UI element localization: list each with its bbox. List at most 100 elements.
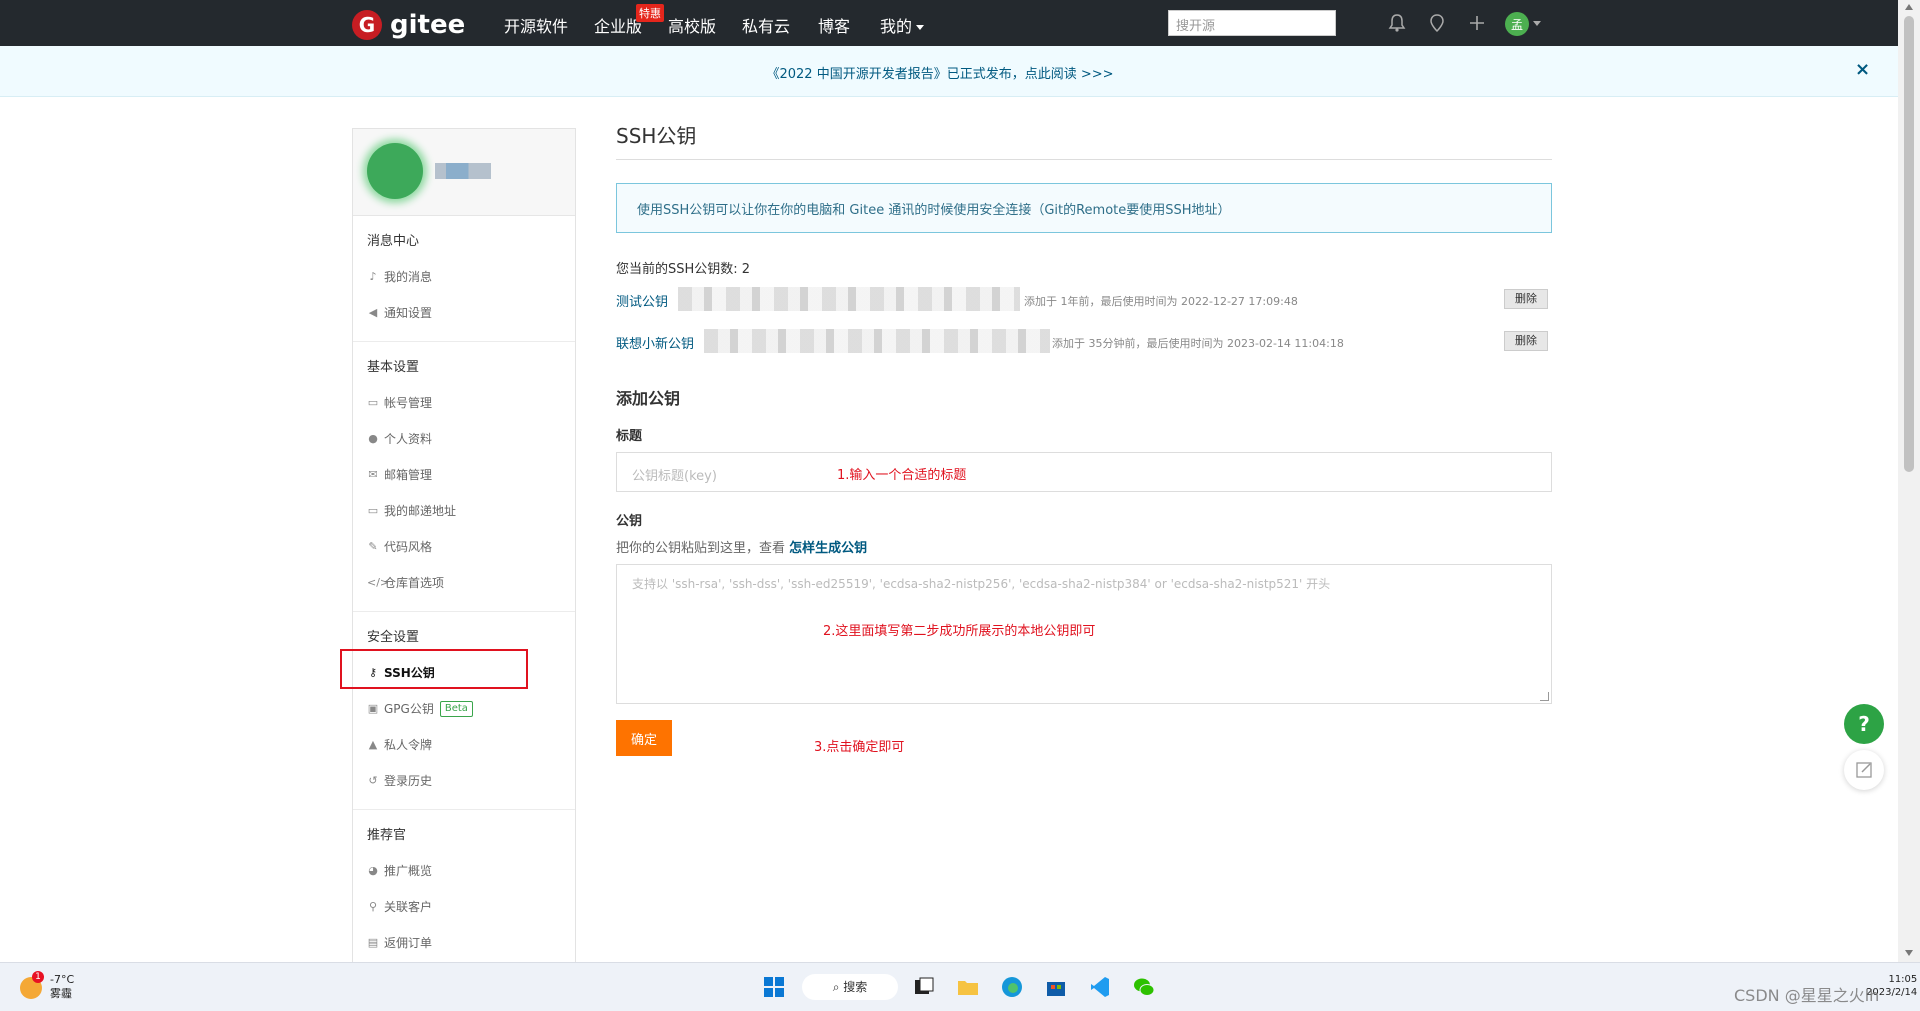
- wechat-icon[interactable]: [1132, 975, 1156, 999]
- sidebar-item-my-messages[interactable]: ♪ 我的消息: [353, 259, 575, 295]
- public-key-help: 把你的公钥粘贴到这里，查看 怎样生成公钥: [616, 537, 1552, 556]
- enterprise-promo-badge: 特惠: [636, 4, 664, 22]
- address-card-icon: ▭: [367, 504, 379, 517]
- task-view-icon[interactable]: [912, 975, 936, 999]
- public-key-label: 公钥: [616, 514, 643, 529]
- taskbar-search-label: 搜索: [843, 980, 868, 994]
- sidebar-item-emails[interactable]: ✉ 邮箱管理: [353, 457, 575, 493]
- chart-icon: ◕: [368, 864, 378, 877]
- public-key-textarea[interactable]: 支持以 'ssh-rsa', 'ssh-dss', 'ssh-ed25519',…: [616, 564, 1552, 704]
- avatar-chevron-down-icon[interactable]: [1533, 21, 1541, 26]
- sidebar-item-label: 我的消息: [384, 270, 433, 284]
- ssh-key-row: 测试公钥 添加于 1年前，最后使用时间为 2022-12-27 17:09:48…: [616, 281, 1552, 319]
- help-button[interactable]: ?: [1844, 704, 1884, 744]
- search-input[interactable]: 搜开源: [1168, 10, 1336, 36]
- ssh-key-name[interactable]: 联想小新公钥: [616, 333, 694, 352]
- sidebar-item-label: 代码风格: [384, 540, 433, 554]
- os-taskbar: 1 -7°C 雾霾 ⌕ 搜索 11:05 2023/2/14: [0, 962, 1920, 1011]
- weather-condition: 雾霾: [50, 987, 72, 1000]
- profile-card: [353, 129, 575, 216]
- nav-blog[interactable]: 博客: [818, 13, 850, 37]
- delete-key-button[interactable]: 删除: [1504, 331, 1548, 351]
- sidebar-item-label: 我的邮递地址: [384, 504, 457, 518]
- vscode-icon[interactable]: [1088, 975, 1112, 999]
- how-to-generate-link[interactable]: 怎样生成公钥: [789, 541, 867, 556]
- sidebar-section-basic: 基本设置 ▭ 帐号管理 ● 个人资料 ✉ 邮箱管理 ▭ 我的邮递地址 ✎ 代码风格 </>…: [353, 342, 575, 612]
- code-icon: </>: [367, 576, 390, 589]
- delete-key-button[interactable]: 删除: [1504, 289, 1548, 309]
- csdn-watermark: CSDN @星星之火lh: [1734, 986, 1880, 1005]
- scroll-down-icon[interactable]: [1905, 950, 1913, 956]
- ssh-info-box: 使用SSH公钥可以让你在你的电脑和 Gitee 通讯的时候使用安全连接（Git的…: [616, 183, 1552, 233]
- sidebar-item-label: 个人资料: [384, 432, 433, 446]
- sidebar-section-referral: 推荐官 ◕ 推广概览 ⚲ 关联客户 ▤ 返佣订单: [353, 810, 575, 962]
- nav-mine-dropdown[interactable]: 我的: [880, 13, 925, 37]
- sidebar-item-code-style[interactable]: ✎ 代码风格: [353, 529, 575, 565]
- sidebar-item-private-tokens[interactable]: ▲ 私人令牌: [353, 727, 575, 763]
- sidebar-item-postal-address[interactable]: ▭ 我的邮递地址: [353, 493, 575, 529]
- nav-mine-label: 我的: [880, 17, 913, 36]
- edge-browser-icon[interactable]: [1000, 975, 1024, 999]
- top-navbar: G gitee 开源软件 企业版 特惠 高校版 私有云 博客 我的 搜开源 孟: [0, 0, 1898, 46]
- sidebar-item-commission-orders[interactable]: ▤ 返佣订单: [353, 925, 575, 961]
- scroll-up-icon[interactable]: [1905, 4, 1913, 10]
- sidebar-item-label: 返佣订单: [384, 936, 433, 950]
- nav-education[interactable]: 高校版: [668, 13, 716, 37]
- sidebar-item-label: 推广概览: [384, 864, 433, 878]
- plus-icon[interactable]: [1466, 12, 1488, 34]
- token-icon: ▲: [368, 738, 378, 751]
- key-title-placeholder: 公钥标题(key): [632, 469, 717, 484]
- sidebar-item-linked-customers[interactable]: ⚲ 关联客户: [353, 889, 575, 925]
- key-title-input[interactable]: 公钥标题(key) 1.输入一个合适的标题: [616, 452, 1552, 492]
- profile-avatar[interactable]: [367, 143, 423, 199]
- speaker-icon: ◀: [368, 306, 378, 319]
- main-content: SSH公钥 使用SSH公钥可以让你在你的电脑和 Gitee 通讯的时候使用安全连…: [616, 120, 1552, 756]
- sidebar-item-referral-overview[interactable]: ◕ 推广概览: [353, 853, 575, 889]
- chevron-down-icon: [916, 25, 925, 30]
- sidebar-section-messages: 消息中心 ♪ 我的消息 ◀ 通知设置: [353, 216, 575, 342]
- title-label: 标题: [616, 429, 643, 444]
- sidebar-item-profile[interactable]: ● 个人资料: [353, 421, 575, 457]
- sidebar-item-gpg-keys[interactable]: ▣ GPG公钥 Beta: [353, 691, 575, 727]
- page-title: SSH公钥: [616, 120, 1552, 160]
- profile-name-blurred: [435, 163, 491, 179]
- windows-start-icon[interactable]: [762, 975, 786, 999]
- file-explorer-icon[interactable]: [956, 975, 980, 999]
- search-icon: ⌕: [832, 980, 844, 994]
- taskbar-search[interactable]: ⌕ 搜索: [802, 974, 898, 1000]
- location-icon[interactable]: [1426, 12, 1448, 34]
- sidebar-item-label: 关联客户: [384, 900, 433, 914]
- lock-icon: ▣: [367, 702, 379, 715]
- ssh-key-row: 联想小新公钥 添加于 35分钟前，最后使用时间为 2023-02-14 11:0…: [616, 323, 1552, 361]
- page-scrollbar[interactable]: [1898, 0, 1920, 962]
- gitee-logo[interactable]: G gitee: [352, 10, 465, 40]
- annotation-step-3: 3.点击确定即可: [814, 740, 905, 755]
- sidebar-item-login-history[interactable]: ↺ 登录历史: [353, 763, 575, 799]
- sidebar-item-label: 私人令牌: [384, 738, 433, 752]
- ssh-key-count: 您当前的SSH公钥数: 2: [616, 262, 751, 277]
- nav-open-source[interactable]: 开源软件: [504, 13, 568, 37]
- banner-link[interactable]: 《2022 中国开源开发者报告》已正式发布，点此阅读 >>>: [0, 63, 1880, 82]
- feedback-button[interactable]: [1844, 750, 1884, 790]
- sidebar-item-label: 邮箱管理: [384, 468, 433, 482]
- ssh-key-meta: 添加于 1年前，最后使用时间为 2022-12-27 17:09:48: [1024, 295, 1298, 308]
- weather-widget[interactable]: -7°C 雾霾: [50, 973, 74, 1001]
- sidebar-section-title: 推荐官: [367, 828, 407, 843]
- gitee-logo-text: gitee: [390, 10, 466, 40]
- ssh-key-name[interactable]: 测试公钥: [616, 291, 668, 310]
- nav-enterprise[interactable]: 企业版: [594, 13, 642, 37]
- edit-icon: [1856, 762, 1872, 778]
- sidebar-item-notification-settings[interactable]: ◀ 通知设置: [353, 295, 575, 331]
- confirm-button[interactable]: 确定: [616, 720, 672, 756]
- scroll-thumb[interactable]: [1904, 16, 1914, 472]
- sidebar-section-security: 安全设置 ⚷ SSH公钥 ▣ GPG公钥 Beta ▲ 私人令牌 ↺ 登录历史: [353, 612, 575, 810]
- microsoft-store-icon[interactable]: [1044, 975, 1068, 999]
- close-icon[interactable]: ×: [1855, 59, 1870, 80]
- sidebar-item-account[interactable]: ▭ 帐号管理: [353, 385, 575, 421]
- nav-private-cloud[interactable]: 私有云: [742, 13, 790, 37]
- user-avatar[interactable]: 孟: [1505, 12, 1529, 36]
- sidebar-item-repo-preferences[interactable]: </> 仓库首选项: [353, 565, 575, 601]
- bell-icon[interactable]: [1386, 12, 1408, 34]
- resize-handle-icon[interactable]: [1540, 692, 1549, 701]
- bell-icon: ♪: [369, 270, 377, 283]
